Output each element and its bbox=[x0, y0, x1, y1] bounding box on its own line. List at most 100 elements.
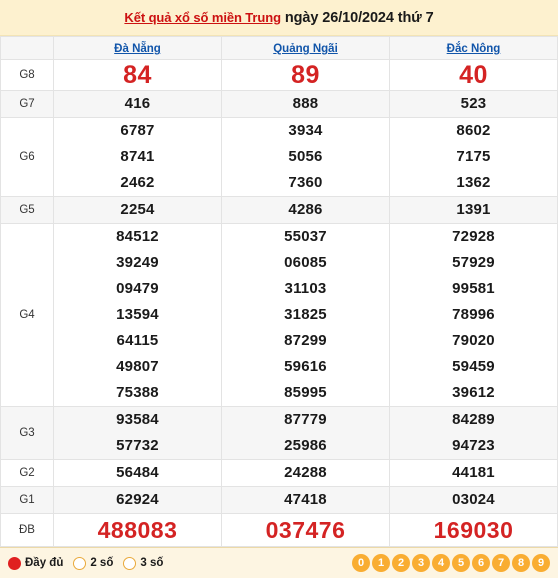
radio-button-icon[interactable] bbox=[8, 556, 21, 570]
prize-value-cell: 3934 5056 7360 bbox=[221, 117, 390, 197]
number-stack: 55037 06085 31103 31825 87299 59616 85995 bbox=[222, 224, 389, 406]
prize-value-cell: 24288 bbox=[221, 459, 390, 487]
prize-number: 2254 bbox=[120, 201, 155, 218]
prize-label-cell: G1 bbox=[0, 486, 54, 514]
prize-value-cell: 4286 bbox=[221, 196, 390, 224]
table-row: G6 6787 8741 2462 3934 5056 7360 8602 7175 1362 bbox=[0, 117, 558, 197]
prize-number: 47418 bbox=[284, 491, 327, 508]
prize-number: 99581 bbox=[452, 280, 495, 297]
province-link-1[interactable]: Quảng Ngãi bbox=[273, 43, 338, 55]
province-link-0[interactable]: Đà Nẵng bbox=[114, 43, 161, 55]
number-stack: 47418 bbox=[222, 487, 389, 513]
prize-value-cell: 488083 bbox=[53, 513, 222, 547]
province-header-0: Đà Nẵng bbox=[53, 36, 222, 60]
filter-option-0[interactable]: Đầy đủ bbox=[8, 556, 63, 570]
table-body: G8 84 89 40 G7 416 888 523 G6 6787 8741 2462 3934 505… bbox=[0, 59, 558, 547]
prize-value-cell: 037476 bbox=[221, 513, 390, 547]
filter-option-label: 3 số bbox=[140, 557, 164, 569]
corner-header-cell bbox=[0, 36, 54, 60]
prize-number: 93584 bbox=[116, 411, 159, 428]
prize-value-cell: 40 bbox=[389, 59, 558, 91]
prize-number: 1391 bbox=[456, 201, 491, 218]
prize-value-cell: 169030 bbox=[389, 513, 558, 547]
prize-number: 87779 bbox=[284, 411, 327, 428]
radio-button-icon[interactable] bbox=[73, 556, 87, 570]
number-stack: 8602 7175 1362 bbox=[390, 118, 557, 196]
prize-value-cell: 8602 7175 1362 bbox=[389, 117, 558, 197]
display-mode-filters: Đầy đủ 2 số 3 số bbox=[8, 556, 164, 570]
prize-number: 31825 bbox=[284, 306, 327, 323]
prize-number: 7360 bbox=[288, 174, 323, 191]
prize-number: 39249 bbox=[116, 254, 159, 271]
region-result-link[interactable]: Kết quả xổ số miền Trung bbox=[124, 10, 281, 25]
number-stack: 72928 57929 99581 78996 79020 59459 39612 bbox=[390, 224, 557, 406]
lottery-result-widget: Kết quả xổ số miền Trung ngày 26/10/2024 … bbox=[0, 0, 558, 578]
prize-value-cell: 1391 bbox=[389, 196, 558, 224]
prize-value-cell: 2254 bbox=[53, 196, 222, 224]
prize-number: 06085 bbox=[284, 254, 327, 271]
prize-number: 31103 bbox=[284, 280, 327, 297]
prize-label-cell: G6 bbox=[0, 117, 54, 197]
prize-number: 09479 bbox=[116, 280, 159, 297]
number-stack: 1391 bbox=[390, 197, 557, 223]
number-stack: 416 bbox=[54, 91, 221, 117]
prize-value-cell: 6787 8741 2462 bbox=[53, 117, 222, 197]
number-stack: 03024 bbox=[390, 487, 557, 513]
prize-value-cell: 62924 bbox=[53, 486, 222, 514]
prize-value-cell: 523 bbox=[389, 90, 558, 118]
prize-label-cell: G5 bbox=[0, 196, 54, 224]
number-stack: 488083 bbox=[54, 515, 221, 545]
prize-value-cell: 87779 25986 bbox=[221, 406, 390, 460]
prize-number: 84289 bbox=[452, 411, 495, 428]
number-stack: 169030 bbox=[390, 515, 557, 545]
prize-value-cell: 93584 57732 bbox=[53, 406, 222, 460]
prize-number: 24288 bbox=[284, 464, 327, 481]
prize-number: 169030 bbox=[433, 517, 514, 543]
prize-number: 64115 bbox=[116, 332, 159, 349]
prize-value-cell: 03024 bbox=[389, 486, 558, 514]
number-stack: 89 bbox=[222, 60, 389, 90]
number-stack: 84512 39249 09479 13594 64115 49807 75388 bbox=[54, 224, 221, 406]
table-row: G7 416 888 523 bbox=[0, 90, 558, 118]
prize-value-cell: 84289 94723 bbox=[389, 406, 558, 460]
prize-number: 49807 bbox=[116, 358, 159, 375]
number-stack: 87779 25986 bbox=[222, 407, 389, 459]
prize-number: 84512 bbox=[116, 228, 159, 245]
number-stack: 84289 94723 bbox=[390, 407, 557, 459]
number-stack: 56484 bbox=[54, 460, 221, 486]
prize-label-cell: G3 bbox=[0, 406, 54, 460]
footer-controls: Đầy đủ 2 số 3 số 0123456789 bbox=[0, 547, 558, 578]
page-title-bar: Kết quả xổ số miền Trung ngày 26/10/2024 … bbox=[0, 0, 558, 36]
prize-label-cell: G4 bbox=[0, 223, 54, 407]
table-row: G1 62924 47418 03024 bbox=[0, 486, 558, 514]
number-stack: 523 bbox=[390, 91, 557, 117]
prize-value-cell: 84 bbox=[53, 59, 222, 91]
prize-number: 57929 bbox=[452, 254, 495, 271]
table-row: G2 56484 24288 44181 bbox=[0, 459, 558, 487]
prize-label-cell: G8 bbox=[0, 59, 54, 91]
radio-button-icon[interactable] bbox=[123, 556, 137, 570]
prize-value-cell: 89 bbox=[221, 59, 390, 91]
result-date: ngày 26/10/2024 thứ 7 bbox=[284, 9, 434, 26]
number-stack: 888 bbox=[222, 91, 389, 117]
prize-number: 523 bbox=[460, 95, 487, 112]
province-link-2[interactable]: Đắc Nông bbox=[447, 43, 501, 55]
prize-number: 79020 bbox=[452, 332, 495, 349]
prize-number: 488083 bbox=[97, 517, 178, 543]
filter-option-label: 2 số bbox=[90, 557, 114, 569]
prize-number: 8741 bbox=[120, 148, 155, 165]
prize-label-cell: G2 bbox=[0, 459, 54, 487]
table-row: G8 84 89 40 bbox=[0, 59, 558, 91]
filter-option-2[interactable]: 3 số bbox=[123, 556, 164, 570]
number-stack: 4286 bbox=[222, 197, 389, 223]
prize-number: 87299 bbox=[284, 332, 327, 349]
prize-number: 2462 bbox=[120, 174, 155, 191]
prize-number: 72928 bbox=[452, 228, 495, 245]
prize-value-cell: 56484 bbox=[53, 459, 222, 487]
prize-number: 3934 bbox=[288, 122, 323, 139]
table-header: Đà Nẵng Quảng Ngãi Đắc Nông bbox=[0, 36, 558, 60]
prize-number: 57732 bbox=[116, 437, 159, 454]
prize-number: 03024 bbox=[452, 491, 495, 508]
table-row: G5 2254 4286 1391 bbox=[0, 196, 558, 224]
filter-option-1[interactable]: 2 số bbox=[73, 556, 114, 570]
